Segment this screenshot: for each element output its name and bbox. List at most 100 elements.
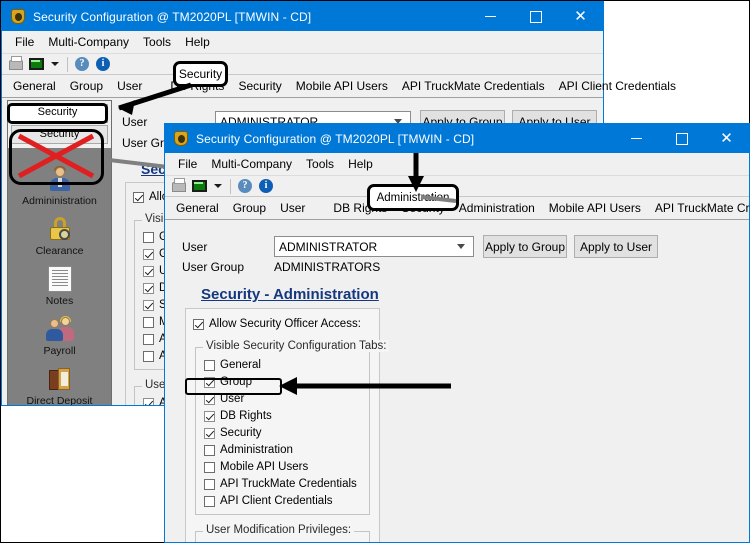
screenshot-root: Security Configuration @ TM2020PL [TMWIN… xyxy=(0,0,750,543)
front-visible-tabs-group: Visible Security Configuration Tabs: Gen… xyxy=(195,340,390,515)
back-checkbox-api-truckmate-credentials[interactable] xyxy=(143,333,154,345)
back-window-controls[interactable]: ✕ xyxy=(468,2,603,31)
dropdown-arrow-icon[interactable] xyxy=(51,62,59,66)
tab-general[interactable]: General xyxy=(6,76,63,97)
front-visible-tab-mobile-api-users[interactable]: Mobile API Users xyxy=(204,460,369,474)
tab-user[interactable]: User xyxy=(273,198,312,219)
sidebar-item-direct-deposit-label: Direct Deposit xyxy=(26,395,93,405)
highlight-sidebar-administration-icon xyxy=(9,129,104,185)
highlight-administration-checkbox xyxy=(185,378,282,395)
maximize-icon[interactable] xyxy=(659,124,704,153)
menu-file[interactable]: File xyxy=(8,33,41,51)
sidebar-item-notes-label: Notes xyxy=(45,295,74,307)
help-icon[interactable]: ? xyxy=(74,55,92,73)
print-icon[interactable] xyxy=(7,55,25,73)
info-icon[interactable]: i xyxy=(95,55,113,73)
tab-api-truckmate-credentials[interactable]: API TruckMate Credentials xyxy=(648,198,750,219)
back-window-titlebar[interactable]: Security Configuration @ TM2020PL [TMWIN… xyxy=(2,2,603,31)
tab-group[interactable]: Group xyxy=(226,198,273,219)
sidebar-item-payroll[interactable]: Payroll xyxy=(8,307,111,357)
minimize-icon[interactable] xyxy=(614,124,659,153)
tab-mobile-api-users[interactable]: Mobile API Users xyxy=(542,198,648,219)
front-allow-security-officer-access-checkbox[interactable] xyxy=(193,318,204,330)
front-visible-tab-api-truckmate[interactable]: API TruckMate Credentials xyxy=(204,477,369,491)
front-checkbox-api-client-credentials[interactable] xyxy=(204,495,215,507)
front-checkbox-api-truckmate-credentials[interactable] xyxy=(204,478,215,490)
toolbar-separator xyxy=(67,56,68,72)
front-checkbox-administration[interactable] xyxy=(204,444,215,456)
tab-user[interactable]: User xyxy=(110,76,149,97)
front-label-general: General xyxy=(220,359,261,371)
back-checkbox-user[interactable] xyxy=(143,265,154,277)
front-user-label: User xyxy=(182,239,208,254)
back-checkbox-security[interactable] xyxy=(143,299,154,311)
menu-file[interactable]: File xyxy=(171,155,204,173)
dropdown-arrow-icon[interactable] xyxy=(214,184,222,188)
front-window-menubar[interactable]: File Multi-Company Tools Help xyxy=(165,153,749,175)
screen-icon[interactable] xyxy=(28,55,46,73)
front-checkbox-db-rights[interactable] xyxy=(204,410,215,422)
tab-general[interactable]: General xyxy=(169,198,226,219)
tab-administration[interactable]: Administration xyxy=(452,198,542,219)
back-checkbox-general[interactable] xyxy=(143,231,154,243)
menu-tools[interactable]: Tools xyxy=(299,155,341,173)
front-apply-to-group-button[interactable]: Apply to Group xyxy=(483,235,567,258)
chevron-down-icon[interactable] xyxy=(457,244,465,249)
front-user-combobox[interactable]: ADMINISTRATOR xyxy=(274,236,474,257)
front-allow-security-officer-access-row[interactable]: Allow Security Officer Access: xyxy=(193,317,379,331)
front-checkbox-general[interactable] xyxy=(204,359,215,371)
back-checkbox-api-client-credentials[interactable] xyxy=(143,350,154,362)
front-visible-tab-administration[interactable]: Administration xyxy=(204,443,369,457)
tab-api-truckmate-credentials[interactable]: API TruckMate Credentials xyxy=(395,76,552,97)
front-visible-tab-general[interactable]: General xyxy=(204,358,369,372)
lock-magnifier-icon xyxy=(45,216,75,244)
menu-help[interactable]: Help xyxy=(341,155,380,173)
front-section-title: Security - Administration xyxy=(201,286,379,303)
minimize-icon[interactable] xyxy=(468,2,513,31)
front-user-row: User ADMINISTRATOR Apply to Group Apply … xyxy=(182,235,727,258)
back-window-menubar[interactable]: File Multi-Company Tools Help xyxy=(2,31,603,53)
menu-tools[interactable]: Tools xyxy=(136,33,178,51)
front-label-db-rights: DB Rights xyxy=(220,410,272,422)
sidebar-item-notes[interactable]: Notes xyxy=(8,257,111,307)
shield-badge-icon xyxy=(173,130,189,147)
highlight-sidebar-security-label: Security xyxy=(37,106,78,118)
front-visible-tabs-legend: Visible Security Configuration Tabs: xyxy=(203,340,390,352)
front-visible-tab-security[interactable]: Security xyxy=(204,426,369,440)
sidebar-item-direct-deposit[interactable]: Direct Deposit xyxy=(8,357,111,405)
menu-multi-company[interactable]: Multi-Company xyxy=(41,33,136,51)
tab-mobile-api-users[interactable]: Mobile API Users xyxy=(289,76,395,97)
menu-help[interactable]: Help xyxy=(178,33,217,51)
front-visible-tab-db-rights[interactable]: DB Rights xyxy=(204,409,369,423)
front-user-privileges-group: User Modification Privileges: Allow Crea… xyxy=(195,524,370,542)
print-icon[interactable] xyxy=(170,177,188,195)
back-checkbox-group[interactable] xyxy=(143,248,154,260)
back-checkbox-allow-creation[interactable] xyxy=(143,397,154,405)
tab-api-client-credentials[interactable]: API Client Credentials xyxy=(552,76,683,97)
front-checkbox-mobile-api-users[interactable] xyxy=(204,461,215,473)
front-settings-panel: Allow Security Officer Access: Visible S… xyxy=(185,308,390,542)
front-window-titlebar[interactable]: Security Configuration @ TM2020PL [TMWIN… xyxy=(165,124,749,153)
front-checkbox-user[interactable] xyxy=(204,393,215,405)
back-checkbox-mobile-api-users[interactable] xyxy=(143,316,154,328)
back-window-toolbar[interactable]: ? i xyxy=(2,53,603,75)
front-user-value: ADMINISTRATOR xyxy=(279,239,378,254)
tab-group[interactable]: Group xyxy=(63,76,110,97)
info-icon[interactable]: i xyxy=(258,177,276,195)
front-visible-tab-api-client[interactable]: API Client Credentials xyxy=(204,494,369,508)
front-window-controls[interactable]: ✕ xyxy=(614,124,749,153)
front-apply-to-user-button[interactable]: Apply to User xyxy=(574,235,658,258)
callout-administration-tab: Administration xyxy=(367,184,459,211)
close-icon[interactable]: ✕ xyxy=(558,2,603,31)
back-allow-security-officer-access-checkbox[interactable] xyxy=(133,191,144,203)
help-icon[interactable]: ? xyxy=(237,177,255,195)
menu-multi-company[interactable]: Multi-Company xyxy=(204,155,299,173)
back-window-tabstrip[interactable]: General Group User DB Rights Security Mo… xyxy=(2,75,676,98)
front-checkbox-security[interactable] xyxy=(204,427,215,439)
sidebar-item-clearance[interactable]: Clearance xyxy=(8,207,111,257)
tab-security[interactable]: Security xyxy=(231,76,288,97)
back-checkbox-db-rights[interactable] xyxy=(143,282,154,294)
maximize-icon[interactable] xyxy=(513,2,558,31)
close-icon[interactable]: ✕ xyxy=(704,124,749,153)
screen-icon[interactable] xyxy=(191,177,209,195)
